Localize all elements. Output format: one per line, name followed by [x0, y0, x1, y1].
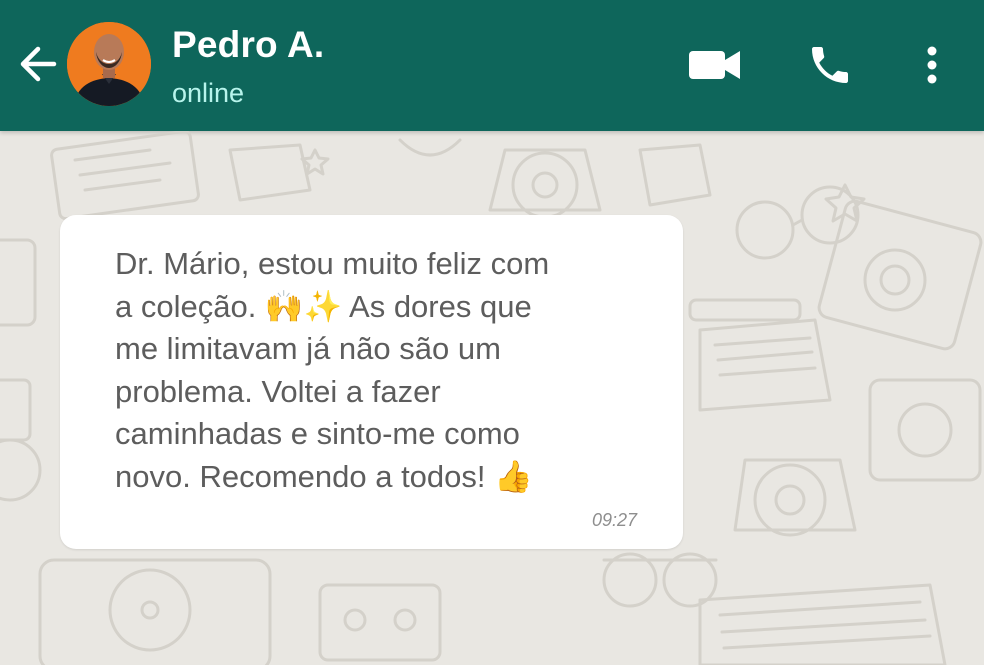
video-camera-icon[interactable] — [687, 45, 743, 85]
chat-header: Pedro A. online — [0, 0, 984, 131]
contact-name[interactable]: Pedro A. — [172, 24, 324, 66]
message-bubble[interactable]: Dr. Mário, estou muito feliz com a coleç… — [60, 215, 683, 549]
avatar[interactable] — [67, 22, 151, 106]
contact-photo — [67, 22, 151, 106]
message-time: 09:27 — [591, 510, 637, 530]
more-vertical-icon[interactable] — [916, 40, 948, 90]
message-text: Dr. Mário, estou muito feliz com a coleç… — [115, 246, 550, 494]
arrow-left-icon[interactable] — [14, 40, 62, 88]
phone-icon[interactable] — [806, 40, 854, 90]
contact-status: online — [172, 78, 245, 108]
